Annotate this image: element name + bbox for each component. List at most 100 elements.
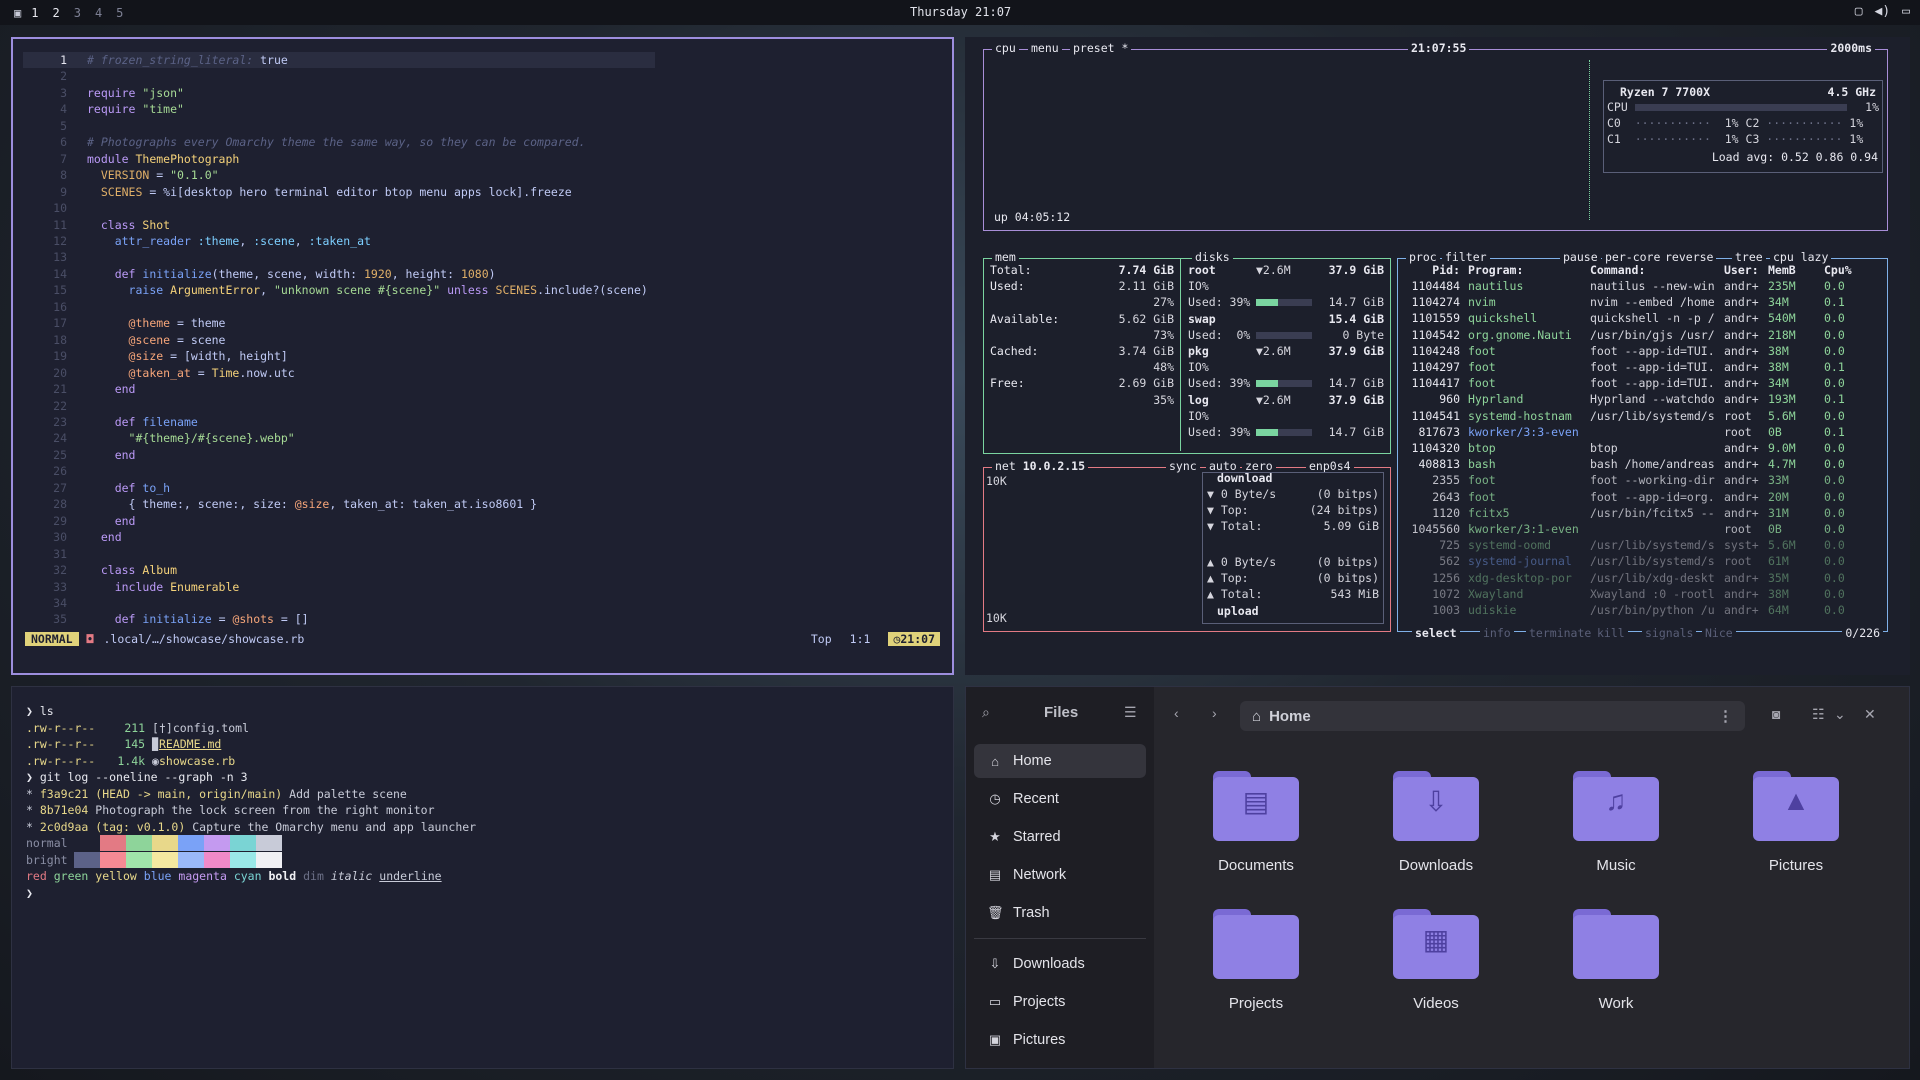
code-line[interactable]: 26	[23, 463, 655, 479]
search-icon[interactable]: ⌕	[982, 704, 990, 721]
clock[interactable]: Thursday 21:07	[910, 5, 1011, 19]
workspace-4[interactable]: 4	[95, 6, 102, 20]
btop-window[interactable]: cpu menu preset * 21:07:55 2000ms Ryzen …	[965, 37, 1910, 675]
code-line[interactable]: 27 def to_h	[23, 480, 655, 496]
net-sync[interactable]: sync	[1166, 459, 1200, 473]
folder-pictures[interactable]: ▲ Pictures	[1731, 771, 1861, 874]
apps-icon[interactable]: ▣	[14, 6, 21, 20]
folder-music[interactable]: ♫ Music	[1551, 771, 1681, 874]
sidebar-item-trash[interactable]: 🗑 Trash	[974, 896, 1146, 930]
code-line[interactable]: 31	[23, 546, 655, 562]
proc-col-user[interactable]: User:	[1724, 263, 1759, 277]
workspace-5[interactable]: 5	[116, 6, 123, 20]
code-line[interactable]: 20 @taken_at = Time.now.utc	[23, 365, 655, 381]
code-line[interactable]: 24 "#{theme}/#{scene}.webp"	[23, 430, 655, 446]
folder-downloads[interactable]: ⇩ Downloads	[1371, 771, 1501, 874]
terminal-window[interactable]: ❯ ls .rw-r--r-- 211 [†]config.toml .rw-r--…	[11, 686, 954, 1069]
code-line[interactable]: 30 end	[23, 529, 655, 545]
cpu-title[interactable]: cpu	[992, 41, 1019, 55]
mem-title[interactable]: mem	[992, 250, 1019, 264]
process-row[interactable]: 1104320 btop btop andr+ 9.0M 0.0	[1404, 441, 1882, 457]
code-line[interactable]: 16	[23, 299, 655, 315]
process-row[interactable]: 1104484 nautilus nautilus --new-win andr+ 23…	[1404, 279, 1882, 295]
proc-header-5[interactable]: tree	[1732, 250, 1766, 264]
code-line[interactable]: 11 class Shot	[23, 217, 655, 233]
proc-footer-select[interactable]: select	[1412, 626, 1460, 640]
sidebar-item-pictures[interactable]: ▣ Pictures	[974, 1023, 1146, 1057]
proc-header-6[interactable]: cpu lazy	[1770, 250, 1832, 264]
workspace-1[interactable]: 1	[31, 6, 38, 20]
code-line[interactable]: 3 require "json"	[23, 85, 655, 101]
process-row[interactable]: 1104417 foot foot --app-id=TUI. andr+ 34M 0.0	[1404, 376, 1882, 392]
process-row[interactable]: 1120 fcitx5/usr/bin/fcitx5 -- andr+ 31M 0.0	[1404, 506, 1882, 522]
process-row[interactable]: 1104274 nvim nvim --embed /home andr+ 34M 0.1	[1404, 295, 1882, 311]
update-interval[interactable]: 2000ms	[1827, 41, 1875, 55]
proc-footer-kill[interactable]: kill	[1594, 626, 1628, 640]
back-icon[interactable]: ‹	[1174, 705, 1179, 721]
process-row[interactable]: 1101559 quickshell quickshell -n -p / andr+…	[1404, 311, 1882, 327]
process-row[interactable]: 1104542 org.gnome.Nauti/usr/bin/gjs /usr/…	[1404, 328, 1882, 344]
code-line[interactable]: 2	[23, 68, 655, 84]
proc-col-mem[interactable]: MemB	[1768, 263, 1796, 277]
code-line[interactable]: 23 def filename	[23, 414, 655, 430]
menu-title[interactable]: menu	[1028, 41, 1062, 55]
code-line[interactable]: 22	[23, 398, 655, 414]
editor-window[interactable]: 1 # frozen_string_literal: true 2 3 requir…	[11, 37, 954, 675]
process-row[interactable]: 1256 xdg-desktop-por/usr/lib/xdg-deskt and…	[1404, 571, 1882, 587]
code-line[interactable]: 13	[23, 249, 655, 265]
code-line[interactable]: 29 end	[23, 513, 655, 529]
process-row[interactable]: 1104248 foot foot --app-id=TUI. andr+ 38M 0.0	[1404, 344, 1882, 360]
folder-documents[interactable]: ▤ Documents	[1191, 771, 1321, 874]
sidebar-item-home[interactable]: ⌂ Home	[974, 744, 1146, 778]
preset-title[interactable]: preset *	[1070, 41, 1132, 55]
code-line[interactable]: 1 # frozen_string_literal: true	[23, 52, 655, 69]
code-line[interactable]: 15 raise ArgumentError, "unknown scene #…	[23, 282, 655, 298]
code-line[interactable]: 21 end	[23, 381, 655, 397]
code-line[interactable]: 33 include Enumerable	[23, 579, 655, 595]
monitor-icon[interactable]: ▭	[1902, 4, 1910, 19]
camera-icon[interactable]: ◙	[1772, 706, 1780, 722]
process-row[interactable]: 1045560 kworker/3:1-even root 0B 0.0	[1404, 522, 1882, 538]
code-line[interactable]: 9 SCENES = %i[desktop hero terminal edit…	[23, 184, 655, 200]
proc-header-4[interactable]: reverse	[1662, 250, 1717, 264]
more-icon[interactable]: ⋮	[1718, 707, 1733, 725]
process-row[interactable]: 960 Hyprland Hyprland --watchdo andr+ 193M 0.…	[1404, 392, 1882, 408]
proc-footer-Nice[interactable]: Nice	[1702, 626, 1736, 640]
code-area[interactable]: 1 # frozen_string_literal: true 2 3 requir…	[23, 52, 655, 628]
process-row[interactable]: 2643 foot foot --app-id=org. andr+ 20M 0.0	[1404, 490, 1882, 506]
process-row[interactable]: 2355 foot foot --working-dir andr+ 33M 0.0	[1404, 473, 1882, 489]
process-row[interactable]: 1104297 foot foot --app-id=TUI. andr+ 38M 0.1	[1404, 360, 1882, 376]
proc-footer-signals[interactable]: signals	[1642, 626, 1697, 640]
workspace-2[interactable]: 2	[52, 6, 59, 20]
code-line[interactable]: 7 module ThemePhotograph	[23, 151, 655, 167]
workspace-3[interactable]: 3	[74, 6, 81, 20]
process-row[interactable]: 1003 udiskie/usr/bin/python /u andr+ 64M 0.0	[1404, 603, 1882, 619]
location-bar[interactable]: ⌂ Home ⋮	[1240, 701, 1745, 731]
proc-col-pid[interactable]: Pid:	[1432, 263, 1460, 277]
proc-header-1[interactable]: filter	[1442, 250, 1490, 264]
code-line[interactable]: 32 class Album	[23, 562, 655, 578]
process-row[interactable]: 725 systemd-oomd/usr/lib/systemd/s syst+ 5.…	[1404, 538, 1882, 554]
menu-icon[interactable]: ☰	[1124, 704, 1137, 721]
process-row[interactable]: 817673 kworker/3:3-even root 0B 0.1	[1404, 425, 1882, 441]
code-line[interactable]: 19 @size = [width, height]	[23, 348, 655, 364]
code-line[interactable]: 4 require "time"	[23, 101, 655, 117]
proc-header-3[interactable]: per-core	[1602, 250, 1664, 264]
code-line[interactable]: 6 # Photographs every Omarchy theme the s…	[23, 134, 655, 150]
code-line[interactable]: 18 @scene = scene	[23, 332, 655, 348]
code-line[interactable]: 28 { theme:, scene:, size: @size, taken_…	[23, 496, 655, 512]
code-line[interactable]: 8 VERSION = "0.1.0"	[23, 167, 655, 183]
code-line[interactable]: 17 @theme = theme	[23, 315, 655, 331]
code-line[interactable]: 25 end	[23, 447, 655, 463]
process-row[interactable]: 562 systemd-journal/usr/lib/systemd/s root…	[1404, 554, 1882, 570]
net-title[interactable]: net 10.0.2.15	[992, 459, 1089, 473]
folder-projects[interactable]: Projects	[1191, 909, 1321, 1012]
forward-icon[interactable]: ›	[1212, 705, 1217, 721]
sidebar-item-recent[interactable]: ◷ Recent	[974, 782, 1146, 816]
sidebar-item-downloads[interactable]: ⇩ Downloads	[974, 947, 1146, 981]
net-interface[interactable]: enp0s4	[1306, 459, 1354, 473]
code-line[interactable]: 12 attr_reader :theme, :scene, :taken_at	[23, 233, 655, 249]
sidebar-item-starred[interactable]: ★ Starred	[974, 820, 1146, 854]
process-row[interactable]: 1072 Xwayland Xwayland :0 -rootl andr+ 38M 0.…	[1404, 587, 1882, 603]
code-line[interactable]: 34	[23, 595, 655, 611]
